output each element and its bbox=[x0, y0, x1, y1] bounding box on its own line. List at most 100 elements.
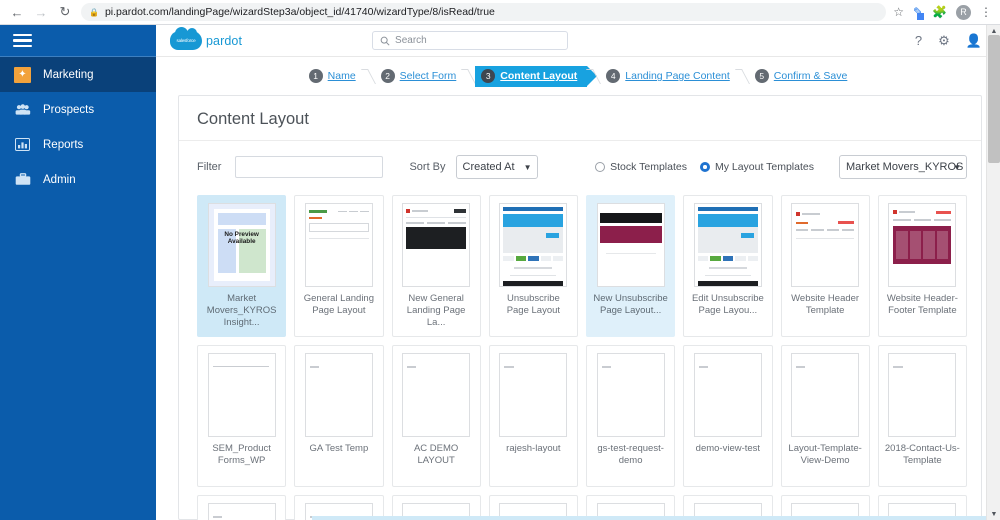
search-icon bbox=[380, 36, 390, 46]
step-label: Landing Page Content bbox=[625, 70, 730, 82]
template-card[interactable]: Edit Unsubscribe Page Layou... bbox=[683, 195, 773, 337]
template-name: GA Test Temp bbox=[309, 443, 369, 454]
template-thumbnail: No Preview Available bbox=[207, 203, 276, 287]
radio-indicator bbox=[595, 162, 606, 172]
browser-actions: ☆ ✎ 🧩 R ⋮ bbox=[893, 4, 994, 20]
step-number: 2 bbox=[380, 69, 395, 83]
account-select[interactable]: Market Movers_KYROS Insigh ▼ bbox=[839, 155, 967, 179]
sidebar-item-prospects[interactable]: Prospects bbox=[0, 92, 156, 127]
step-label: Name bbox=[327, 70, 356, 82]
template-thumbnail bbox=[304, 353, 373, 437]
wizard-step-1[interactable]: 1 Name bbox=[303, 66, 362, 87]
wizard-step-2[interactable]: 2 Select Form bbox=[375, 66, 463, 87]
sidebar-item-label: Admin bbox=[43, 173, 76, 186]
radio-label: My Layout Templates bbox=[714, 161, 814, 173]
wizard-step-4[interactable]: 4 Landing Page Content bbox=[600, 66, 736, 87]
template-thumbnail bbox=[402, 353, 471, 437]
url-text: pi.pardot.com/landingPage/wizardStep3a/o… bbox=[104, 6, 495, 18]
template-card[interactable]: Unsubscribe Page Layout bbox=[488, 195, 578, 337]
chevron-down-icon: ▼ bbox=[523, 162, 532, 172]
kebab-menu-icon[interactable]: ⋮ bbox=[980, 5, 992, 19]
scroll-down-arrow-icon[interactable]: ▼ bbox=[987, 508, 1000, 520]
vertical-scrollbar[interactable]: ▲ ▼ bbox=[986, 25, 1000, 520]
step-separator-icon bbox=[360, 68, 376, 84]
help-question-icon[interactable]: ? bbox=[915, 33, 922, 48]
template-thumbnail bbox=[304, 203, 373, 287]
template-thumbnail bbox=[499, 203, 568, 287]
search-input[interactable]: Search bbox=[372, 31, 569, 50]
step-number: 1 bbox=[308, 69, 323, 83]
gear-icon[interactable]: ⚙ bbox=[938, 33, 950, 49]
template-card[interactable]: New Unsubscribe Page Layout... bbox=[586, 195, 676, 337]
step-label: Content Layout bbox=[500, 70, 578, 82]
content-layout-panel: Content Layout Filter Sort By Created At… bbox=[178, 95, 982, 520]
content-wrapper: Content Layout Filter Sort By Created At… bbox=[156, 95, 1000, 520]
radio-my-layout-templates[interactable]: My Layout Templates bbox=[699, 161, 814, 173]
sidebar-item-admin[interactable]: Admin bbox=[0, 162, 156, 197]
people-icon bbox=[13, 101, 32, 118]
forward-arrow-icon[interactable]: → bbox=[30, 1, 52, 23]
template-name: AC DEMO LAYOUT bbox=[413, 443, 459, 466]
template-name: Website Header-Footer Template bbox=[886, 293, 958, 316]
main-area: salesforce pardot Search ? ⚙ 👤 1 Name 2 Sel… bbox=[156, 25, 1000, 520]
step-label: Confirm & Save bbox=[773, 70, 848, 82]
template-card[interactable]: gs-test-request-demo bbox=[586, 345, 676, 487]
template-card[interactable]: rajesh-layout bbox=[488, 345, 578, 487]
hamburger-menu-icon bbox=[13, 33, 32, 48]
template-card[interactable]: AC DEMO LAYOUT bbox=[391, 345, 481, 487]
template-name: Unsubscribe Page Layout bbox=[506, 293, 561, 316]
pen-tool-icon[interactable]: ✎ bbox=[913, 5, 925, 20]
app-header: salesforce pardot Search ? ⚙ 👤 bbox=[156, 25, 1000, 57]
sort-by-select[interactable]: Created At ▼ bbox=[455, 155, 538, 179]
template-card[interactable]: Layout-Template-View-Demo bbox=[780, 345, 870, 487]
sidebar-item-reports[interactable]: Reports bbox=[0, 127, 156, 162]
filter-label: Filter bbox=[197, 161, 222, 173]
wizard-step-5[interactable]: 5 Confirm & Save bbox=[749, 66, 854, 87]
sidebar-item-marketing[interactable]: ✦ Marketing bbox=[0, 57, 156, 92]
briefcase-icon bbox=[13, 171, 32, 188]
step-separator-icon bbox=[734, 68, 750, 84]
template-card[interactable]: No Preview Available Market Movers_KYROS I… bbox=[197, 195, 287, 337]
wizard-step-3[interactable]: 3 Content Layout bbox=[475, 65, 598, 87]
filter-input[interactable] bbox=[235, 156, 384, 178]
puzzle-extension-icon[interactable]: 🧩 bbox=[932, 5, 947, 19]
lock-icon: 🔒 bbox=[89, 7, 99, 17]
back-arrow-icon[interactable]: ← bbox=[6, 1, 28, 23]
sidebar-item-label: Marketing bbox=[43, 68, 94, 81]
template-card[interactable]: SEM_Product Forms_WP bbox=[197, 345, 287, 487]
template-thumbnail bbox=[207, 353, 276, 437]
sort-by-label: Sort By bbox=[409, 161, 446, 173]
profile-avatar[interactable]: R bbox=[956, 4, 971, 20]
template-card[interactable]: GA Test Temp bbox=[294, 345, 384, 487]
address-bar[interactable]: 🔒 pi.pardot.com/landingPage/wizardStep3a… bbox=[81, 3, 887, 21]
star-icon[interactable]: ☆ bbox=[893, 5, 904, 19]
template-card[interactable] bbox=[197, 495, 287, 520]
template-thumbnail bbox=[499, 353, 568, 437]
user-avatar-icon[interactable]: 👤 bbox=[966, 33, 982, 49]
pardot-logo[interactable]: salesforce pardot bbox=[170, 27, 242, 50]
template-card[interactable]: Website Header Template bbox=[780, 195, 870, 337]
sidebar-menu-toggle[interactable] bbox=[0, 25, 156, 57]
salesforce-cloud-icon: salesforce bbox=[170, 27, 202, 50]
template-thumbnail bbox=[207, 503, 276, 520]
template-thumbnail bbox=[693, 353, 762, 437]
template-name: demo-view-test bbox=[695, 443, 761, 454]
sort-by-value: Created At bbox=[462, 161, 515, 173]
step-number: 4 bbox=[606, 69, 621, 83]
no-preview-placeholder: No Preview Available bbox=[208, 204, 275, 286]
reload-icon[interactable]: ↻ bbox=[54, 1, 76, 23]
template-name: General Landing Page Layout bbox=[303, 293, 374, 316]
template-card[interactable]: Website Header-Footer Template bbox=[877, 195, 967, 337]
template-name: New General Landing Page La... bbox=[406, 293, 466, 328]
template-thumbnail bbox=[791, 203, 860, 287]
template-card[interactable]: demo-view-test bbox=[683, 345, 773, 487]
scrollbar-thumb[interactable] bbox=[988, 35, 1000, 163]
template-card[interactable]: General Landing Page Layout bbox=[294, 195, 384, 337]
template-card[interactable]: 2018-Contact-Us-Template bbox=[877, 345, 967, 487]
radio-stock-templates[interactable]: Stock Templates bbox=[595, 161, 687, 173]
horizontal-scroll-hint[interactable] bbox=[312, 516, 986, 520]
template-name: Market Movers_KYROS Insight... bbox=[206, 293, 277, 328]
step-separator-icon bbox=[461, 68, 477, 84]
template-name: New Unsubscribe Page Layout... bbox=[593, 293, 668, 316]
template-card[interactable]: New General Landing Page La... bbox=[391, 195, 481, 337]
